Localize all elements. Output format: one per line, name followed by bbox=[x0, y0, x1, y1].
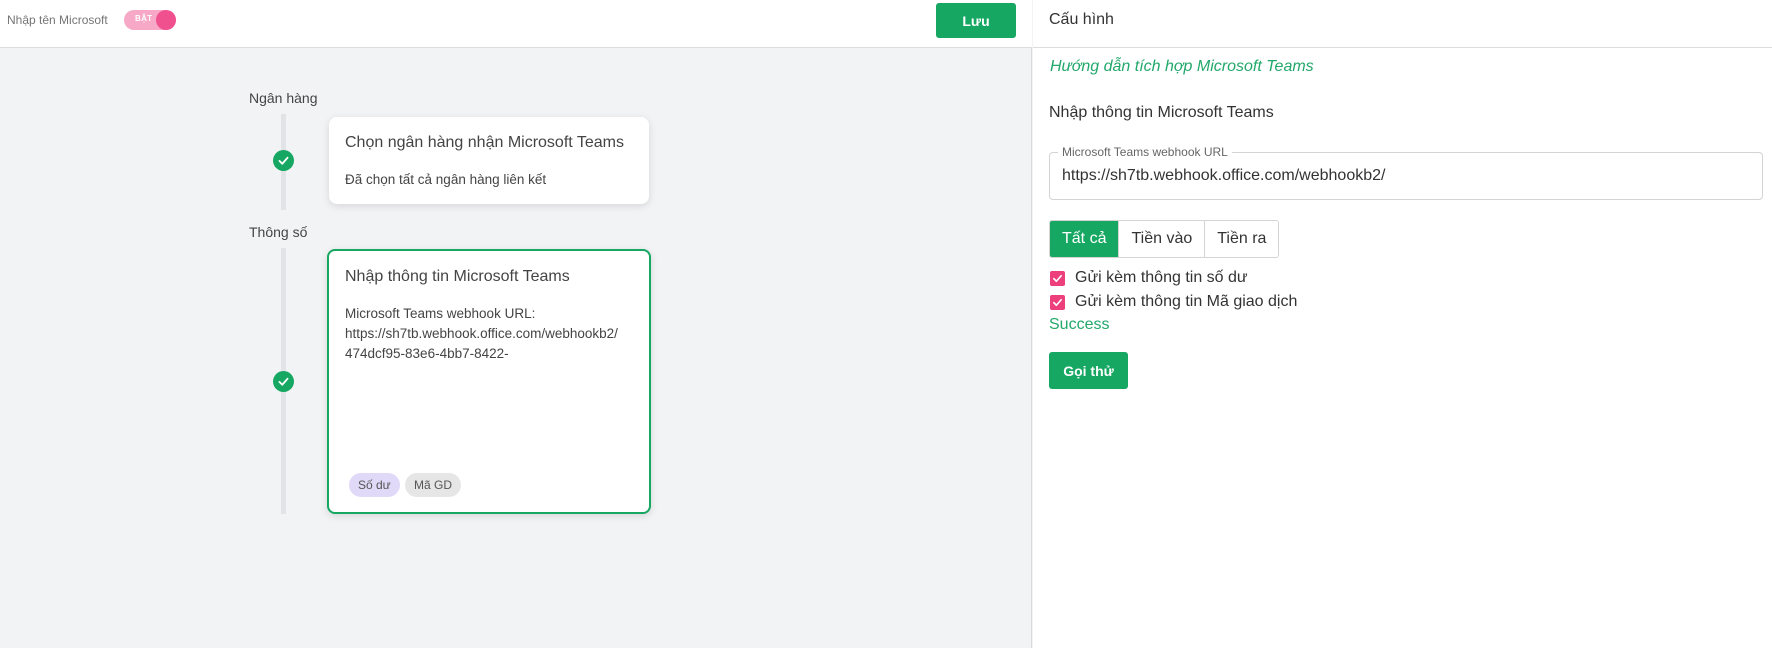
tag-balance: Số dư bbox=[349, 473, 400, 497]
webhook-url-field: Microsoft Teams webhook URL bbox=[1049, 145, 1763, 200]
config-subtitle: Nhập thông tin Microsoft Teams bbox=[1049, 104, 1274, 121]
config-pane: Cấu hình Hướng dẫn tích hợp Microsoft Te… bbox=[1033, 0, 1772, 648]
checkbox-checked-icon[interactable] bbox=[1050, 270, 1065, 286]
top-bar: BẬT Lưu bbox=[0, 0, 1032, 48]
check-circle-icon bbox=[273, 371, 294, 392]
transaction-filter: Tất cả Tiền vào Tiền ra bbox=[1049, 220, 1280, 258]
option-label: Gửi kèm thông tin số dư bbox=[1075, 269, 1248, 286]
toggle-knob bbox=[156, 10, 176, 30]
config-title: Cấu hình bbox=[1049, 11, 1114, 28]
filter-incoming-button[interactable]: Tiền vào bbox=[1119, 221, 1206, 257]
webhook-url-input[interactable] bbox=[1062, 167, 1752, 185]
tag-transaction-code: Mã GD bbox=[405, 473, 462, 497]
test-status-text: Success bbox=[1049, 316, 1110, 333]
check-circle-icon bbox=[273, 150, 294, 171]
desc-line: Microsoft Teams webhook URL: bbox=[345, 306, 536, 321]
guide-link[interactable]: Hướng dẫn tích hợp Microsoft Teams bbox=[1050, 58, 1314, 76]
bank-select-card[interactable]: Chọn ngân hàng nhận Microsoft Teams Đã c… bbox=[329, 117, 649, 204]
workflow-pane: BẬT Lưu Ngân hàng Chọn ngân hàng nhận Mi… bbox=[0, 0, 1032, 648]
filter-outgoing-button[interactable]: Tiền ra bbox=[1205, 221, 1279, 257]
teams-info-card[interactable]: Nhập thông tin Microsoft Teams Microsoft… bbox=[327, 249, 651, 514]
save-button[interactable]: Lưu bbox=[936, 3, 1016, 38]
webhook-url-label: Microsoft Teams webhook URL bbox=[1058, 145, 1232, 159]
config-header: Cấu hình bbox=[1033, 0, 1772, 48]
desc-line: https://sh7tb.webhook.office.com/webhook… bbox=[345, 326, 618, 341]
option-label: Gửi kèm thông tin Mã giao dịch bbox=[1075, 293, 1298, 310]
enable-toggle[interactable]: BẬT bbox=[124, 10, 176, 30]
option-transaction-code-checkbox[interactable]: Gửi kèm thông tin Mã giao dịch bbox=[1050, 292, 1297, 312]
card-title: Chọn ngân hàng nhận Microsoft Teams bbox=[345, 134, 624, 151]
card-description: Microsoft Teams webhook URL: https://sh7… bbox=[345, 304, 618, 364]
option-balance-checkbox[interactable]: Gửi kèm thông tin số dư bbox=[1050, 268, 1248, 288]
toggle-label: BẬT bbox=[135, 14, 153, 23]
checkbox-checked-icon[interactable] bbox=[1050, 294, 1065, 310]
name-input[interactable] bbox=[7, 13, 117, 27]
filter-all-button[interactable]: Tất cả bbox=[1050, 221, 1120, 257]
section-label-params: Thông số bbox=[249, 224, 308, 240]
section-label-bank: Ngân hàng bbox=[249, 90, 318, 106]
test-call-button[interactable]: Gọi thử bbox=[1049, 352, 1128, 389]
card-title: Nhập thông tin Microsoft Teams bbox=[345, 268, 570, 285]
card-description: Đã chọn tất cả ngân hàng liên kết bbox=[345, 172, 547, 187]
desc-line: 474dcf95-83e6-4bb7-8422- bbox=[345, 346, 509, 361]
